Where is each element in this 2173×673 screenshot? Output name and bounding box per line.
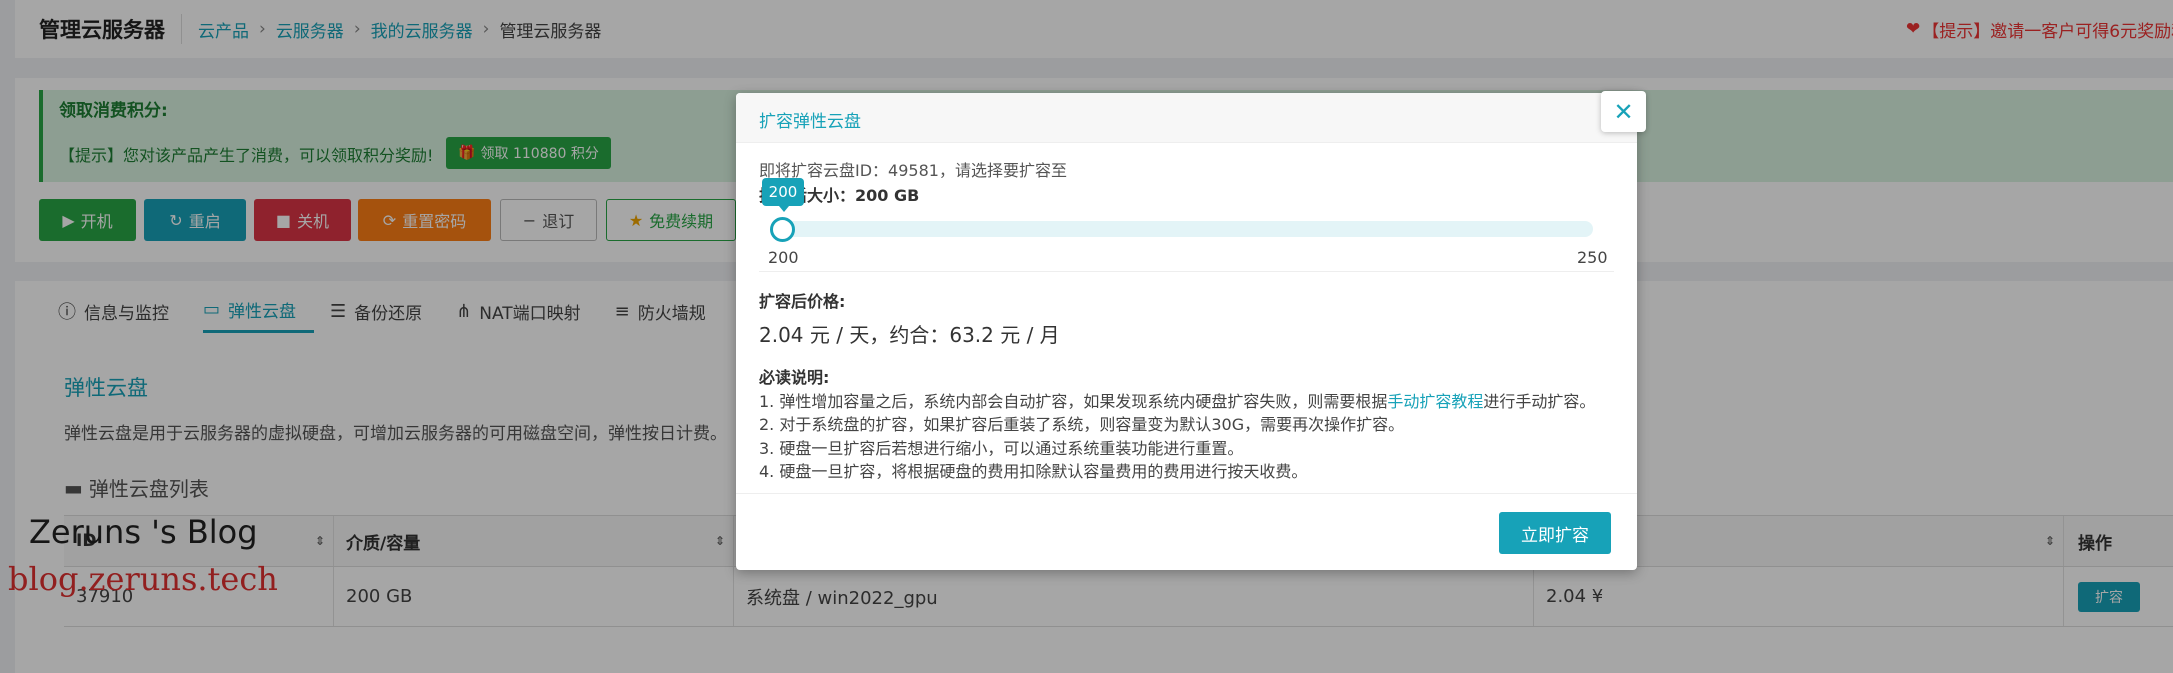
notes-title: 必读说明: bbox=[759, 368, 830, 387]
divider bbox=[736, 493, 1637, 494]
modal-title: 扩容弹性云盘 bbox=[759, 112, 861, 132]
notes: 必读说明: 1. 弹性增加容量之后，系统内部会自动扩容，如果发现系统内硬盘扩容失… bbox=[759, 366, 1595, 484]
price-label: 扩容后价格: bbox=[759, 292, 846, 311]
modal-header: 扩容弹性云盘 bbox=[736, 93, 1637, 143]
slider-tooltip: 200 bbox=[762, 178, 804, 212]
note-3: 3. 硬盘一旦扩容后若想进行缩小，可以通过系统重装功能进行重置。 bbox=[759, 438, 1244, 458]
note-1-text: 1. 弹性增加容量之后，系统内部会自动扩容，如果发现系统内硬盘扩容失败，则需要根… bbox=[759, 391, 1388, 411]
note-1: 1. 弹性增加容量之后，系统内部会自动扩容，如果发现系统内硬盘扩容失败，则需要根… bbox=[759, 390, 1595, 414]
note-4: 4. 硬盘一旦扩容，将根据硬盘的费用扣除默认容量费用的费用进行按天收费。 bbox=[759, 462, 1308, 481]
size-slider-track[interactable] bbox=[782, 221, 1593, 237]
price-value: 2.04 元 / 天，约合：63.2 元 / 月 bbox=[759, 323, 1060, 347]
divider bbox=[759, 271, 1614, 272]
confirm-expand-button[interactable]: 立即扩容 bbox=[1499, 512, 1611, 554]
size-slider-handle[interactable] bbox=[770, 217, 795, 242]
slider-max: 250 bbox=[1577, 248, 1608, 267]
note-2: 2. 对于系统盘的扩容，如果扩容后重装了系统，则容量变为默认30G，需要再次操作… bbox=[759, 415, 1405, 434]
manual-expand-tutorial-link[interactable]: 手动扩容教程 bbox=[1387, 392, 1483, 411]
modal-intro: 即将扩容云盘ID：49581，请选择要扩容至 bbox=[759, 161, 1067, 180]
note-1-suffix: 进行手动扩容。 bbox=[1483, 391, 1596, 411]
close-icon[interactable]: ✕ bbox=[1601, 91, 1646, 132]
expand-disk-modal: 扩容弹性云盘 即将扩容云盘ID：49581，请选择要扩容至 扩容后大小：200 … bbox=[736, 93, 1637, 570]
slider-min: 200 bbox=[768, 248, 799, 267]
